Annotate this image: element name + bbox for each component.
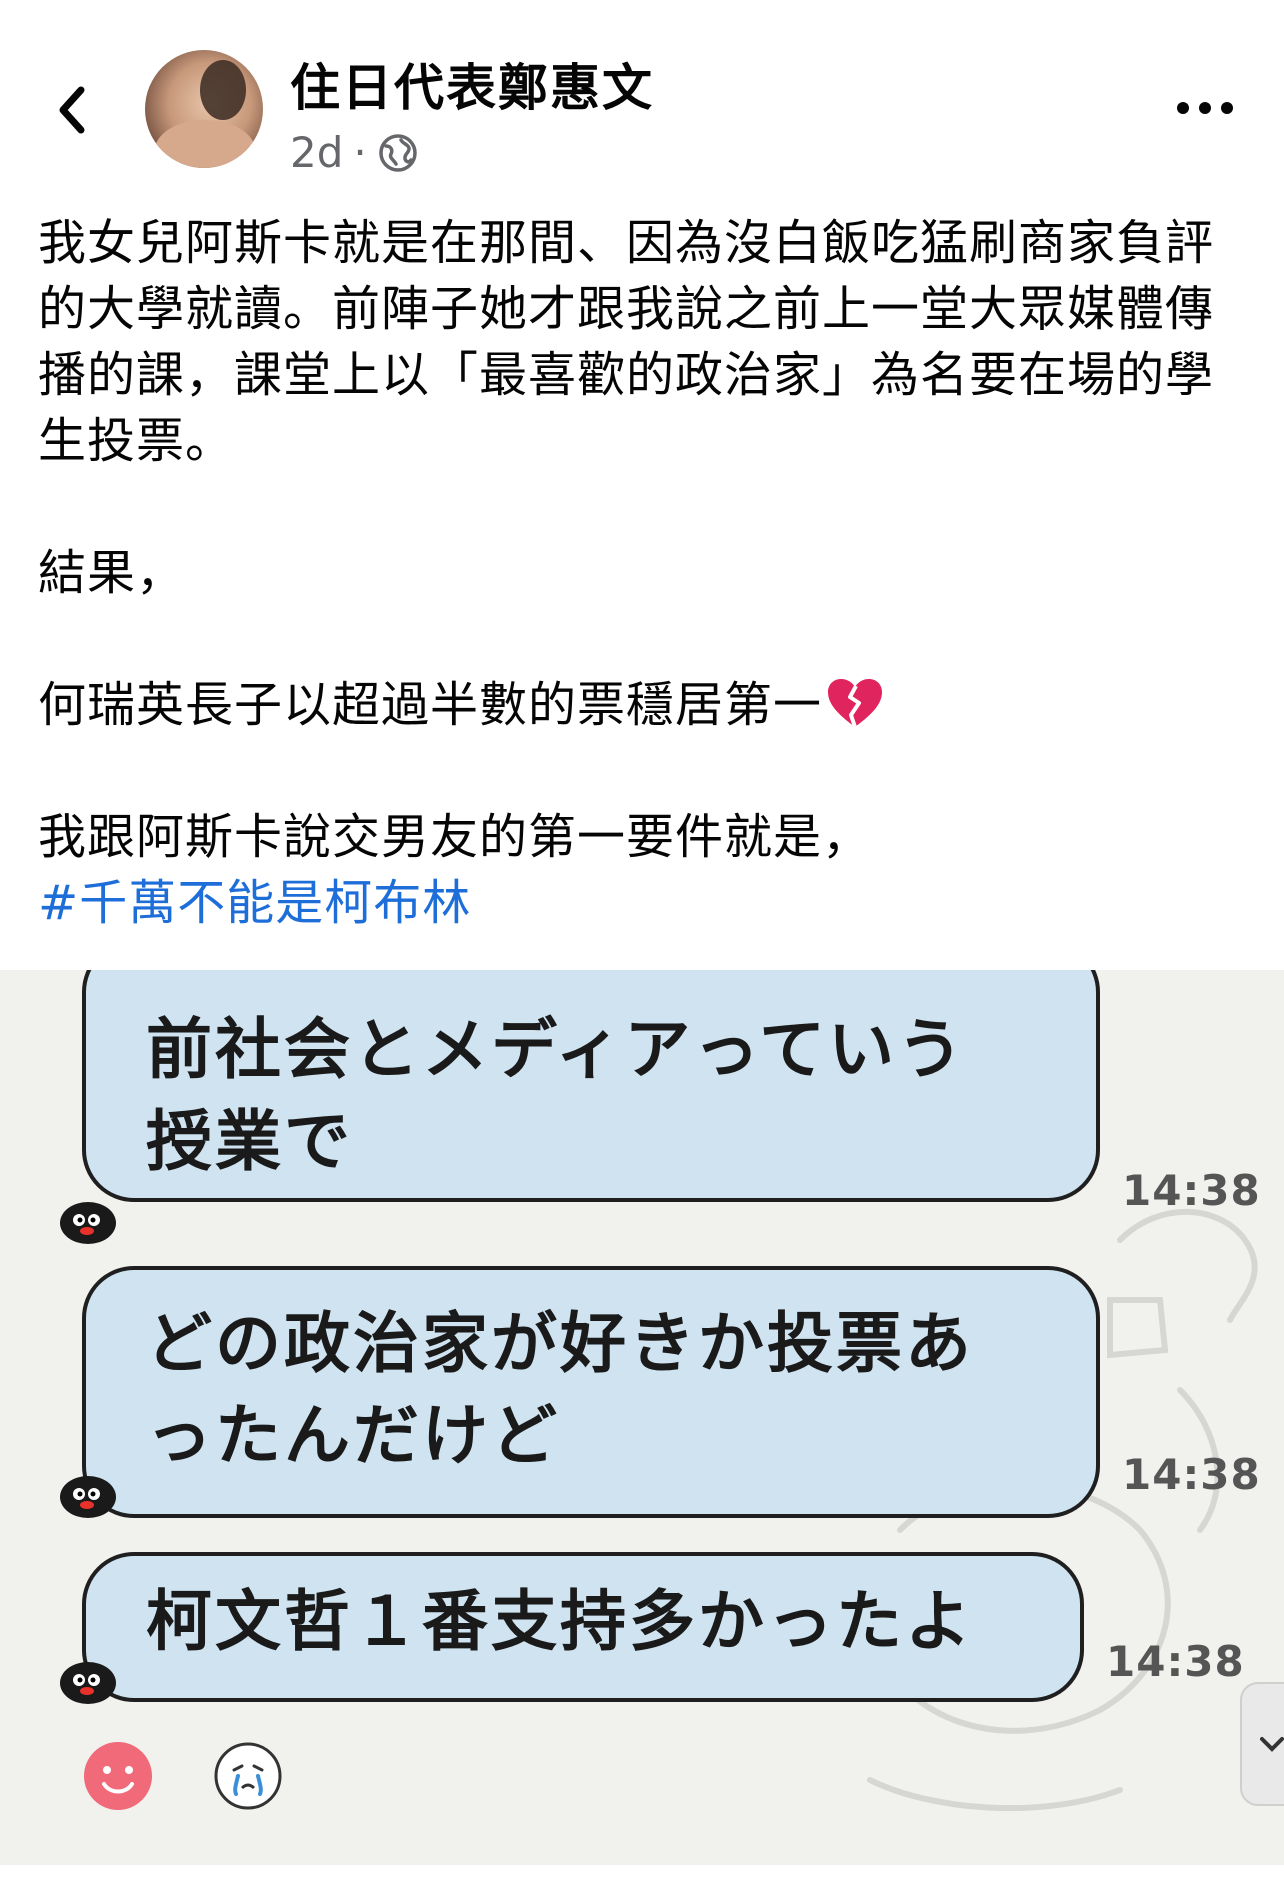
chat-bubble-line: どの政治家が好きか投票あ (146, 1305, 974, 1382)
post-paragraph-text: 何瑞英長子以超過半數的票穩居第一 (38, 677, 823, 733)
broken-heart-icon (828, 679, 883, 728)
chat-timestamp: 14:38 (1106, 1637, 1245, 1686)
back-chevron-icon (59, 86, 85, 134)
penguin-avatar-icon (60, 1662, 116, 1704)
chat-bubble-line: 授業で (146, 1103, 353, 1180)
post-header: 住日代表鄭惠文 2d · (0, 0, 1284, 190)
author-name[interactable]: 住日代表鄭惠文 (290, 48, 654, 120)
post-paragraph: 我跟阿斯卡說交男友的第一要件就是， (38, 809, 872, 865)
post-meta: 2d · (290, 128, 419, 177)
penguin-avatar-icon (60, 1476, 116, 1518)
post-time[interactable]: 2d (290, 128, 343, 177)
scroll-down-button[interactable] (1240, 1682, 1284, 1806)
more-dots-icon (1177, 102, 1233, 114)
author-avatar[interactable] (145, 50, 263, 168)
hashtag-link[interactable]: #千萬不能是柯布林 (38, 870, 1248, 936)
emoji-smile-icon (84, 1742, 152, 1810)
chat-bubble-line: 柯文哲１番支持多かったよ (146, 1583, 974, 1660)
chat-screenshot-image[interactable]: 前社会とメディアっていう 授業で 14:38 どの政治家が好きか投票あ ったんだ… (0, 970, 1284, 1865)
chat-bubble: 前社会とメディアっていう 授業で (82, 970, 1100, 1202)
chat-timestamp: 14:38 (1122, 1166, 1261, 1215)
chat-bubble: 柯文哲１番支持多かったよ (82, 1552, 1084, 1702)
chat-bubble-line: 前社会とメディアっていう (146, 1011, 967, 1088)
crying-sticker-icon (214, 1742, 282, 1810)
meta-separator: · (353, 128, 367, 177)
chat-timestamp: 14:38 (1122, 1450, 1261, 1499)
penguin-avatar-icon (60, 1202, 116, 1244)
chat-bubble-line: ったんだけど (146, 1397, 560, 1474)
chat-bubble: どの政治家が好きか投票あ ったんだけど (82, 1266, 1100, 1518)
more-options-button[interactable] (1170, 88, 1240, 128)
post-paragraph: 何瑞英長子以超過半數的票穩居第一 (38, 672, 1248, 738)
globe-icon (379, 133, 417, 172)
post-body: 我女兒阿斯卡就是在那間、因為沒白飯吃猛刷商家負評的大學就讀。前陣子她才跟我說之前… (38, 210, 1248, 936)
chevron-down-icon (1260, 1737, 1284, 1752)
back-button[interactable] (48, 78, 96, 142)
post-paragraph: 結果， (38, 545, 186, 601)
post-paragraph: 我女兒阿斯卡就是在那間、因為沒白飯吃猛刷商家負評的大學就讀。前陣子她才跟我說之前… (38, 215, 1215, 469)
